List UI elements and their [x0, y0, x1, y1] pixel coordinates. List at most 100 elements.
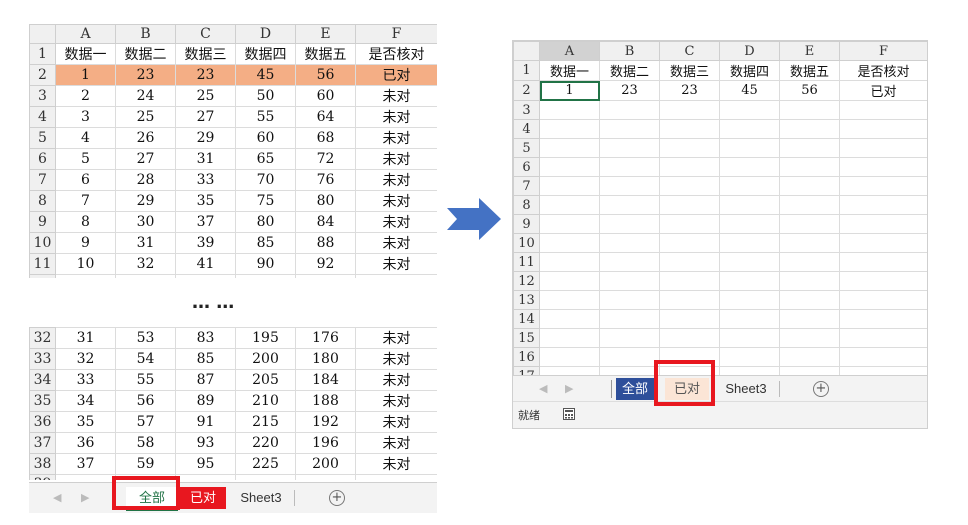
table-cell[interactable]	[599, 138, 660, 158]
table-cell[interactable]	[539, 100, 600, 120]
table-cell[interactable]: 23	[115, 64, 176, 86]
table-cell[interactable]: 未对	[355, 169, 437, 191]
header-cell[interactable]: 数据五	[295, 43, 356, 65]
row-header[interactable]: 2	[29, 64, 56, 86]
row-header[interactable]: 2	[513, 80, 540, 101]
table-cell[interactable]: 36	[55, 432, 116, 454]
table-cell[interactable]: 60	[235, 127, 296, 149]
table-cell[interactable]: 11	[55, 274, 116, 278]
column-header[interactable]: B	[115, 24, 176, 44]
table-cell[interactable]: 未对	[355, 211, 437, 233]
table-cell[interactable]	[599, 252, 660, 272]
table-cell[interactable]	[539, 233, 600, 253]
table-cell[interactable]: 23	[175, 64, 236, 86]
table-cell[interactable]	[779, 347, 840, 367]
table-cell[interactable]: 91	[175, 411, 236, 433]
column-header[interactable]: E	[295, 24, 356, 44]
header-cell[interactable]: 是否核对	[839, 60, 927, 81]
table-cell[interactable]: 37	[55, 453, 116, 475]
table-cell[interactable]: 64	[295, 106, 356, 128]
table-cell[interactable]	[599, 366, 660, 375]
table-cell[interactable]: 2	[55, 85, 116, 107]
table-cell[interactable]: 45	[235, 64, 296, 86]
table-cell[interactable]: 59	[115, 453, 176, 475]
scroll-right-icon[interactable]: ▶	[565, 382, 573, 395]
table-cell[interactable]	[599, 290, 660, 310]
row-header[interactable]: 4	[29, 106, 56, 128]
table-cell[interactable]: 23	[599, 80, 660, 101]
table-cell[interactable]	[779, 157, 840, 177]
row-header[interactable]: 10	[513, 233, 540, 253]
table-cell[interactable]: 未对	[355, 106, 437, 128]
table-cell[interactable]: 56	[115, 390, 176, 412]
column-header[interactable]: D	[235, 24, 296, 44]
table-cell[interactable]: 未对	[355, 274, 437, 278]
row-header[interactable]: 1	[513, 60, 540, 81]
table-cell[interactable]	[719, 233, 780, 253]
row-header[interactable]: 32	[29, 327, 56, 349]
tab-all[interactable]: 全部	[616, 378, 654, 400]
column-header[interactable]: F	[839, 41, 927, 61]
column-header[interactable]: C	[175, 24, 236, 44]
table-cell[interactable]: 37	[175, 211, 236, 233]
column-header[interactable]: A	[55, 24, 116, 44]
table-cell[interactable]: 6	[55, 169, 116, 191]
row-header[interactable]: 35	[29, 390, 56, 412]
table-cell[interactable]: 23	[659, 80, 720, 101]
table-cell[interactable]: 30	[115, 211, 176, 233]
table-cell[interactable]: 53	[115, 327, 176, 349]
table-cell[interactable]	[599, 271, 660, 291]
row-header[interactable]: 12	[513, 271, 540, 291]
table-cell[interactable]: 95	[175, 453, 236, 475]
table-cell[interactable]	[539, 309, 600, 329]
table-cell[interactable]	[839, 366, 927, 375]
table-cell[interactable]	[779, 252, 840, 272]
table-cell[interactable]: 90	[235, 253, 296, 275]
table-cell[interactable]: 205	[235, 369, 296, 391]
table-cell[interactable]	[839, 157, 927, 177]
table-cell[interactable]	[539, 252, 600, 272]
scroll-right-icon[interactable]: ▶	[81, 491, 89, 504]
scroll-left-icon[interactable]: ◀	[539, 382, 547, 395]
table-cell[interactable]: 56	[779, 80, 840, 101]
table-cell[interactable]	[839, 252, 927, 272]
row-header[interactable]: 15	[513, 328, 540, 348]
header-cell[interactable]: 数据五	[779, 60, 840, 81]
table-cell[interactable]: 5	[55, 148, 116, 170]
header-cell[interactable]: 数据四	[719, 60, 780, 81]
table-cell[interactable]: 9	[55, 232, 116, 254]
table-cell[interactable]: 68	[295, 127, 356, 149]
table-cell[interactable]: 54	[115, 348, 176, 370]
table-cell[interactable]: 60	[295, 85, 356, 107]
table-cell[interactable]	[779, 233, 840, 253]
table-cell[interactable]: 未对	[355, 432, 437, 454]
table-cell[interactable]	[659, 309, 720, 329]
header-cell[interactable]: 数据一	[539, 60, 600, 81]
table-cell[interactable]: 1	[539, 80, 600, 101]
table-cell[interactable]	[779, 138, 840, 158]
table-cell[interactable]: 1	[55, 64, 116, 86]
table-cell[interactable]	[295, 474, 356, 480]
row-header[interactable]: 16	[513, 347, 540, 367]
table-cell[interactable]	[599, 347, 660, 367]
table-cell[interactable]: 200	[235, 348, 296, 370]
row-header[interactable]: 4	[513, 119, 540, 139]
row-header[interactable]: 13	[513, 290, 540, 310]
row-header[interactable]: 11	[513, 252, 540, 272]
table-cell[interactable]	[539, 290, 600, 310]
table-cell[interactable]: 50	[235, 85, 296, 107]
table-cell[interactable]	[539, 214, 600, 234]
table-cell[interactable]	[719, 347, 780, 367]
table-cell[interactable]: 58	[115, 432, 176, 454]
tab-sheet3[interactable]: Sheet3	[718, 378, 774, 400]
table-cell[interactable]: 33	[115, 274, 176, 278]
table-cell[interactable]	[659, 233, 720, 253]
table-cell[interactable]	[235, 474, 296, 480]
table-cell[interactable]	[539, 119, 600, 139]
table-cell[interactable]: 41	[175, 253, 236, 275]
table-cell[interactable]: 未对	[355, 348, 437, 370]
table-cell[interactable]	[839, 233, 927, 253]
table-cell[interactable]: 29	[175, 127, 236, 149]
header-cell[interactable]: 是否核对	[355, 43, 437, 65]
table-cell[interactable]: 32	[115, 253, 176, 275]
